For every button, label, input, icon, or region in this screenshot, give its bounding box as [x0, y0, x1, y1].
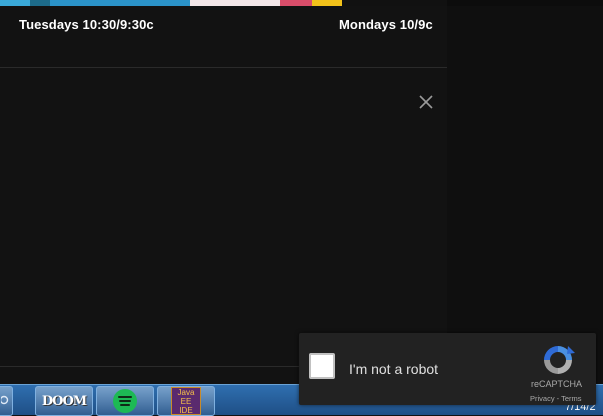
terms-link[interactable]: Terms [561, 394, 581, 403]
spotify-icon [113, 389, 137, 413]
thumbnail-segment [190, 0, 280, 6]
java-ee-ide-icon: Java EE IDE [171, 387, 201, 415]
thumbnail-segment [280, 0, 312, 6]
recaptcha-logo-icon [544, 346, 575, 374]
doom-logo-icon: DOOM [41, 393, 87, 409]
thumbnail-segment [30, 0, 50, 6]
taskbar-app-doom[interactable]: DOOM [35, 386, 93, 416]
taskbar-app-spotify[interactable] [96, 386, 154, 416]
java-ide-label-line2: IDE [179, 405, 193, 415]
recaptcha-widget: I'm not a robot reCAPTCHA Privacy - Term… [299, 333, 596, 405]
thumbnail-segment [312, 0, 342, 6]
thumbnail-segment [50, 0, 190, 6]
close-button[interactable] [416, 92, 436, 112]
recaptcha-label: I'm not a robot [349, 361, 439, 377]
privacy-link[interactable]: Privacy [530, 394, 555, 403]
divider [0, 67, 447, 68]
close-icon [419, 95, 433, 109]
search-icon [1, 395, 9, 405]
show-thumbnails-strip [0, 0, 447, 6]
java-ide-label-line1: Java EE [177, 387, 195, 406]
taskbar-search-button[interactable] [0, 386, 13, 416]
right-pane [447, 6, 603, 384]
schedule-time-right: Mondays 10/9c [339, 17, 433, 32]
recaptcha-brand: reCAPTCHA [531, 379, 583, 389]
recaptcha-checkbox[interactable] [309, 353, 335, 379]
thumbnail-segment [0, 0, 30, 6]
recaptcha-links: Privacy - Terms [530, 394, 582, 403]
taskbar-app-java-ee-ide[interactable]: Java EE IDE [157, 386, 215, 416]
schedule-time-left: Tuesdays 10:30/9:30c [19, 17, 154, 32]
